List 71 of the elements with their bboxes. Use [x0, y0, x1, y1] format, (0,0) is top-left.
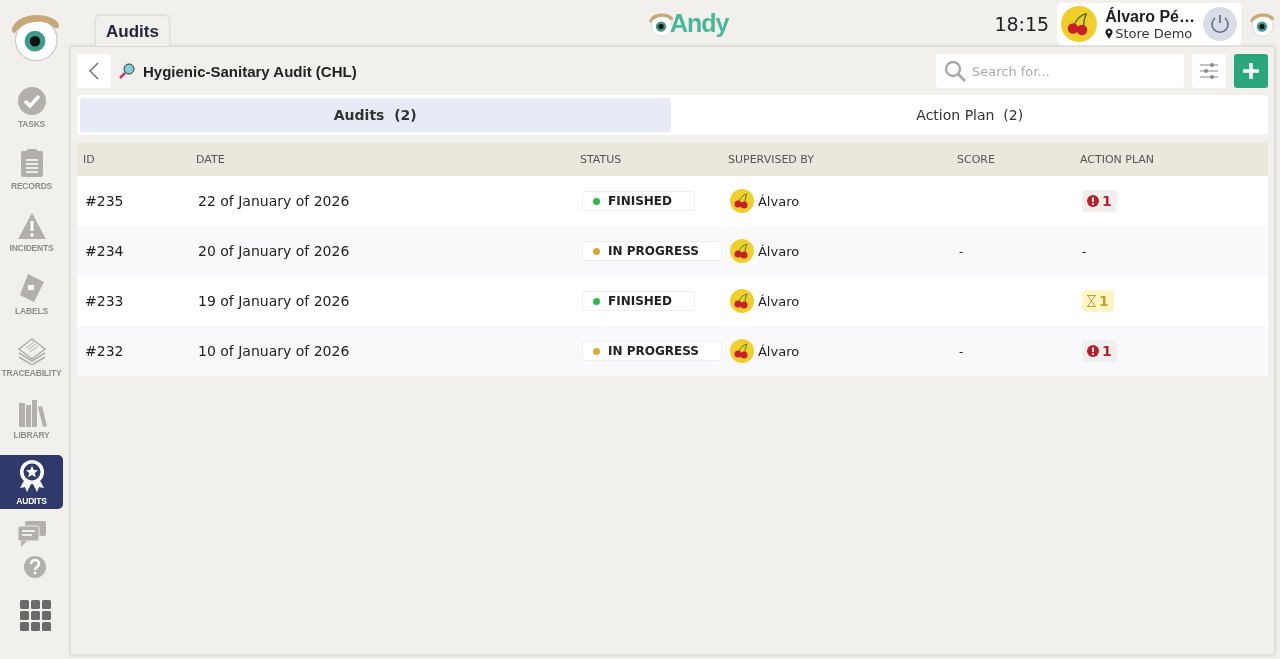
audit-date: 19 of January of 2026	[198, 293, 350, 309]
status-badge: FINISHED	[582, 191, 695, 211]
action-plan-badge[interactable]: 1	[1081, 190, 1117, 212]
audit-id: #234	[85, 243, 124, 259]
cherry-avatar-icon	[729, 289, 754, 313]
sidebar-item[interactable]: INCIDENTS	[0, 205, 63, 259]
status-badge: IN PROGRESS	[582, 241, 722, 261]
filter-button[interactable]	[1192, 54, 1226, 88]
clock-time: 18:15	[994, 13, 1050, 35]
column-header: ID	[77, 143, 190, 176]
action-plan-badge[interactable]: 1	[1081, 340, 1117, 362]
supervisor-name: Álvaro	[757, 243, 800, 259]
cherry-avatar-icon	[729, 339, 754, 363]
search-field[interactable]: Search for...	[936, 54, 1184, 88]
alert-icon	[1086, 195, 1099, 207]
brand-logo: Andy	[670, 9, 729, 38]
tag-icon	[17, 273, 46, 303]
store-name: Store Demo	[1115, 25, 1193, 41]
column-header: SCORE	[950, 143, 1074, 176]
sidebar-item[interactable]: LABELS	[0, 267, 63, 322]
status-badge: FINISHED	[582, 291, 695, 311]
add-button[interactable]	[1234, 54, 1268, 88]
apps-grid-icon[interactable]	[19, 599, 51, 631]
checkmark-icon	[16, 85, 47, 116]
sidebar-item[interactable]: TRACEABILITY	[0, 330, 63, 384]
tab[interactable]: Audits (2)	[80, 98, 671, 132]
hourglass-icon	[1086, 295, 1096, 307]
audit-id: #233	[85, 293, 124, 309]
power-icon	[1209, 13, 1231, 35]
plus-icon	[1242, 62, 1260, 80]
chat-icon	[16, 519, 47, 548]
supervisor-name: Álvaro	[757, 343, 800, 359]
score-value: -	[958, 345, 964, 359]
supervisor-name: Álvaro	[757, 193, 800, 209]
user-card[interactable]: Álvaro Pé… Store Demo	[1057, 3, 1241, 45]
sliders-icon	[1200, 62, 1218, 80]
user-name: Álvaro Pé…	[1105, 7, 1195, 26]
back-button[interactable]	[77, 54, 111, 88]
mascot-headset-icon	[1249, 11, 1275, 37]
sidebar-item[interactable]: TASKS	[0, 80, 63, 134]
help-icon[interactable]	[24, 555, 46, 578]
alert-icon	[1086, 345, 1099, 357]
audit-id: #232	[85, 343, 124, 359]
power-button[interactable]	[1203, 7, 1237, 41]
cherry-avatar-icon	[729, 189, 754, 213]
column-header: ACTION PLAN	[1073, 143, 1268, 176]
column-header: DATE	[190, 143, 574, 176]
page-tab[interactable]: Audits	[95, 15, 170, 46]
supervisor-name: Álvaro	[757, 293, 800, 309]
status-badge: IN PROGRESS	[582, 341, 722, 361]
audit-date: 10 of January of 2026	[198, 343, 350, 359]
audit-id: #235	[85, 193, 124, 209]
books-icon	[16, 399, 47, 427]
chevron-left-icon	[89, 62, 99, 80]
clipboard-icon	[19, 148, 44, 178]
cherry-avatar-icon	[1061, 6, 1098, 42]
action-plan-value: -	[1081, 245, 1087, 259]
audit-date: 20 of January of 2026	[198, 243, 350, 259]
score-value: -	[958, 245, 964, 259]
sidebar-item[interactable]: LIBRARY	[0, 392, 63, 447]
warning-icon	[16, 211, 47, 240]
sidebar-item[interactable]: RECORDS	[0, 142, 63, 197]
magnifier-icon	[119, 63, 135, 79]
cherry-avatar-icon	[729, 239, 754, 263]
sidebar-item[interactable]: AUDITS	[0, 455, 63, 509]
column-header: SUPERVISED BY	[721, 143, 951, 176]
audit-date: 22 of January of 2026	[198, 193, 350, 209]
location-pin-icon	[1105, 27, 1114, 39]
column-header: STATUS	[574, 143, 722, 176]
page-title: Hygienic-Sanitary Audit (CHL)	[143, 62, 357, 80]
paper-stack-icon	[16, 336, 47, 365]
